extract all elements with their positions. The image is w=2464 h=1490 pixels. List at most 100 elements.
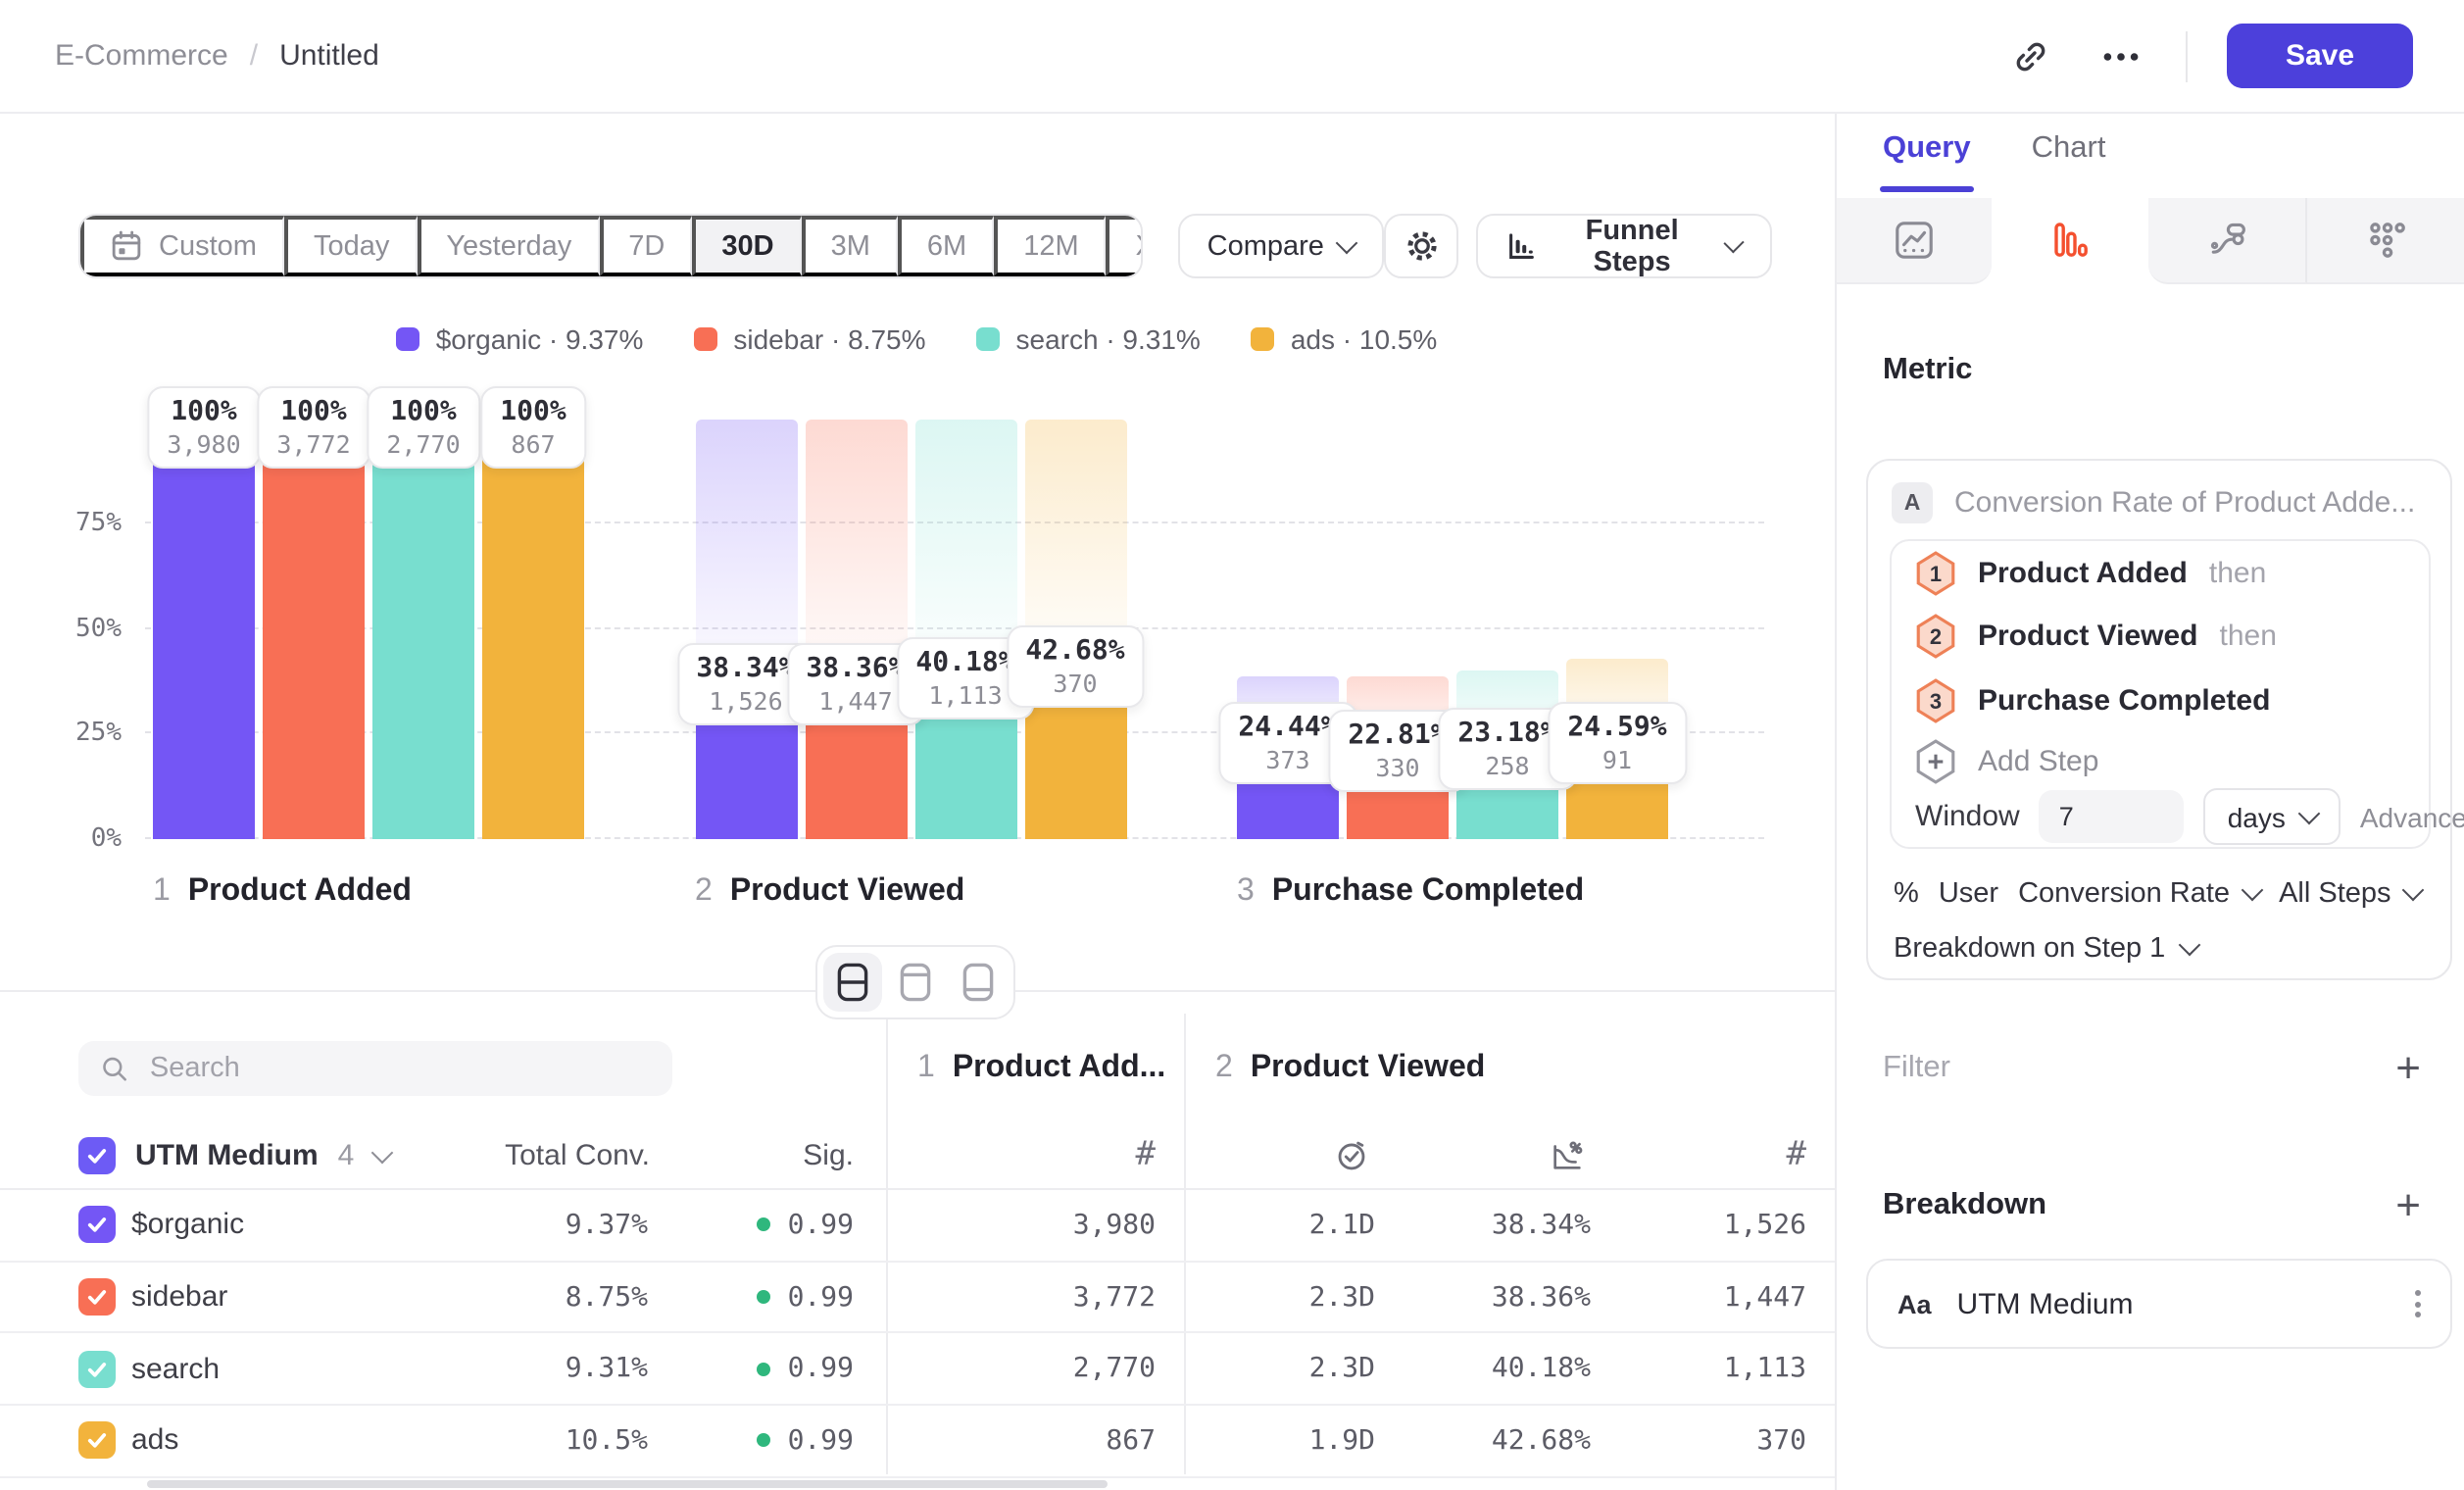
property-type-badge: Aa — [1897, 1289, 1932, 1318]
query-panel: Query Chart — [1834, 114, 2464, 1490]
row-checkbox[interactable] — [78, 1278, 116, 1316]
row-checkbox[interactable] — [78, 1207, 116, 1244]
count-metric-icon[interactable]: # — [1136, 1121, 1157, 1188]
count-metric-icon[interactable]: # — [1787, 1121, 1807, 1188]
breadcrumb: E-Commerce / Untitled — [55, 0, 379, 112]
legend-item-search[interactable]: search · 9.31% — [977, 323, 1201, 355]
avg-time-value: 2.1D — [1309, 1190, 1375, 1260]
add-filter-button[interactable]: + — [2395, 1051, 2421, 1086]
table-row-search[interactable]: search9.31%0.992,7702.3D40.18%1,113 — [0, 1334, 1834, 1406]
funnel-ghost-bar — [805, 419, 907, 677]
funnel-chart-plot: 100%3,98038.34%1,52624.44%373100%3,77238… — [153, 419, 1764, 838]
range-12m[interactable]: 12M — [994, 216, 1106, 276]
range-today[interactable]: Today — [284, 216, 417, 276]
measure-prefix[interactable]: % — [1894, 878, 1919, 910]
chart-type-tab-grid-dots[interactable] — [2307, 198, 2464, 284]
share-link-icon[interactable] — [2005, 30, 2056, 81]
chart-type-tab-flow[interactable] — [2149, 198, 2308, 284]
breadcrumb-current[interactable]: Untitled — [279, 39, 379, 73]
layout-table-only-button[interactable] — [949, 953, 1008, 1012]
layout-chart-only-button[interactable] — [886, 953, 945, 1012]
window-value-input[interactable] — [2040, 790, 2185, 843]
conv-rate-value: 40.18% — [1492, 1334, 1591, 1404]
bar-pct-label: 24.44% — [1238, 710, 1337, 745]
filter-section: Filter + — [1883, 1051, 2421, 1086]
bar-value-label: 100%3,980 — [147, 385, 260, 468]
chart-settings-button[interactable] — [1385, 214, 1458, 278]
horizontal-scrollbar-thumb[interactable] — [147, 1480, 1108, 1488]
range-3m[interactable]: 3M — [802, 216, 898, 276]
query-step-1[interactable]: 1Product Addedthen — [1915, 551, 2266, 594]
measure-entity[interactable]: User — [1939, 878, 1998, 910]
funnel-bar-sidebar-step1[interactable] — [263, 419, 365, 838]
total-conv-value: 10.5% — [566, 1406, 648, 1475]
funnel-bar-organic-step1[interactable] — [153, 419, 255, 838]
bar-count-label: 1,526 — [696, 687, 795, 717]
layout-split-button[interactable] — [823, 953, 882, 1012]
table-row-sidebar[interactable]: sidebar8.75%0.993,7722.3D38.36%1,447 — [0, 1262, 1834, 1333]
range-7d[interactable]: 7D — [599, 216, 692, 276]
row-checkbox[interactable] — [78, 1422, 116, 1460]
advanced-toggle[interactable]: Advanced — [2360, 801, 2464, 832]
query-step-then: then — [2209, 556, 2266, 589]
table-row-ads[interactable]: ads10.5%0.998671.9D42.68%370 — [0, 1406, 1834, 1477]
avg-time-metric-icon[interactable] — [1332, 1121, 1369, 1188]
tab-query[interactable]: Query — [1883, 131, 1971, 192]
tab-chart[interactable]: Chart — [2032, 131, 2106, 192]
add-breakdown-button[interactable]: + — [2395, 1188, 2421, 1223]
range-6m[interactable]: 6M — [898, 216, 994, 276]
conversion-metric-icon[interactable] — [1548, 1121, 1585, 1188]
save-button[interactable]: Save — [2227, 24, 2413, 88]
measure-metric-label: Conversion Rate — [2018, 878, 2230, 910]
breakdown-column-header[interactable]: UTM Medium 4 — [78, 1121, 389, 1188]
chart-type-tab-funnel[interactable] — [1993, 198, 2149, 284]
row-checkbox[interactable] — [78, 1350, 116, 1387]
search-input[interactable] — [146, 1051, 651, 1086]
range-yesterday[interactable]: Yesterday — [417, 216, 599, 276]
breakdown-on-select[interactable]: Breakdown on Step 1 — [1894, 933, 2196, 965]
select-all-checkbox[interactable] — [78, 1136, 116, 1173]
range-label: 3M — [831, 230, 870, 262]
legend-item-organic[interactable]: $organic · 9.37% — [397, 323, 644, 355]
chevron-down-icon — [1337, 231, 1359, 254]
chart-view-icon — [900, 963, 931, 1002]
layout-toggle — [815, 945, 1015, 1019]
legend-item-sidebar[interactable]: sidebar · 8.75% — [694, 323, 925, 355]
window-unit-select[interactable]: days — [2204, 788, 2341, 845]
chart-view-selector[interactable]: Funnel Steps — [1476, 214, 1771, 278]
funnel-bar-search-step1[interactable] — [372, 419, 474, 838]
query-step-3[interactable]: 3Purchase Completed — [1915, 678, 2270, 721]
legend-label: $organic · 9.37% — [436, 323, 644, 355]
add-step-button[interactable]: Add Step — [1915, 740, 2098, 783]
range-xtd[interactable]: XTD — [1107, 216, 1143, 276]
step1-count: 867 — [1106, 1406, 1156, 1475]
check-icon — [84, 1213, 110, 1238]
range-30d[interactable]: 30D — [692, 216, 801, 276]
breakdown-item[interactable]: Aa UTM Medium — [1866, 1259, 2452, 1349]
measure-scope-label: All Steps — [2279, 878, 2390, 910]
range-custom[interactable]: Custom — [80, 216, 284, 276]
chevron-down-icon — [370, 1142, 393, 1165]
total-conv-column-header[interactable]: Total Conv. — [505, 1121, 650, 1188]
funnel-step-label-1: 1Product Added — [153, 874, 412, 910]
legend-item-ads[interactable]: ads · 10.5% — [1252, 323, 1437, 355]
chart-type-tab-line-chart[interactable] — [1836, 198, 1993, 284]
metric-title-row[interactable]: A Conversion Rate of Product Adde... — [1892, 482, 2415, 523]
table-search[interactable] — [78, 1041, 672, 1096]
funnel-icon — [2051, 220, 2091, 261]
query-step-2[interactable]: 2Product Viewedthen — [1915, 615, 2277, 658]
funnel-bar-ads-step1[interactable] — [482, 419, 584, 838]
breadcrumb-parent[interactable]: E-Commerce — [55, 39, 228, 73]
bar-count-label: 3,772 — [276, 428, 350, 458]
range-label: XTD — [1136, 230, 1143, 262]
measure-scope-select[interactable]: All Steps — [2279, 878, 2420, 910]
funnel-ghost-bar — [1024, 419, 1126, 659]
more-menu-icon[interactable] — [2095, 30, 2146, 81]
kebab-menu-icon[interactable] — [2415, 1289, 2421, 1317]
compare-button[interactable]: Compare — [1178, 214, 1385, 278]
sig-column-header[interactable]: Sig. — [803, 1121, 854, 1188]
table-row-organic[interactable]: $organic9.37%0.993,9802.1D38.34%1,526 — [0, 1190, 1834, 1262]
bar-value-label: 100%867 — [480, 385, 585, 468]
window-label: Window — [1915, 800, 2020, 833]
measure-metric-select[interactable]: Conversion Rate — [2018, 878, 2259, 910]
